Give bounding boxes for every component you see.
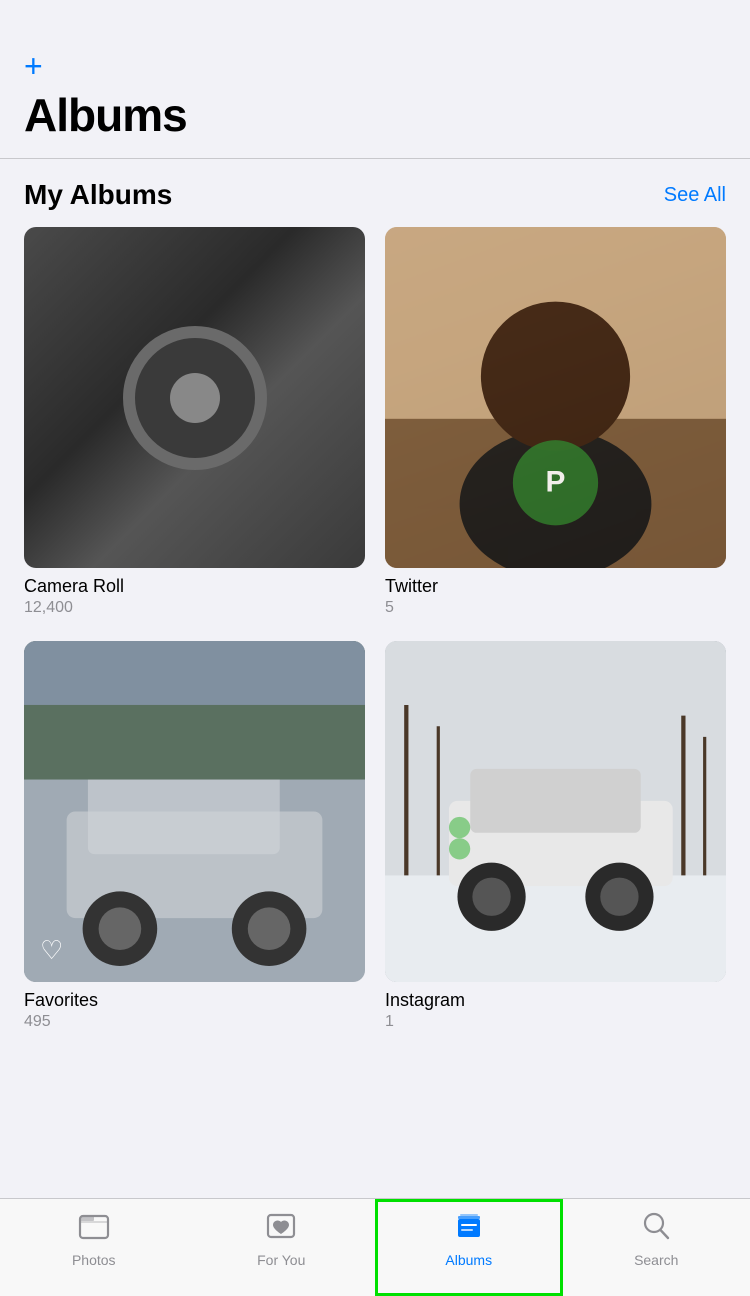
tab-search[interactable]: Search	[563, 1199, 750, 1296]
tab-photos-label: Photos	[72, 1252, 116, 1268]
album-item-camera-roll[interactable]: Camera Roll 12,400	[24, 227, 365, 617]
album-item-twitter[interactable]: P Twitter 5	[385, 227, 726, 617]
see-all-button[interactable]: See All	[664, 184, 726, 207]
album-thumb-twitter: P	[385, 227, 726, 568]
album-item-instagram[interactable]: Instagram 1	[385, 641, 726, 1031]
for-you-icon	[264, 1209, 298, 1248]
album-name: Instagram	[385, 990, 726, 1011]
photos-icon	[77, 1209, 111, 1248]
tab-photos[interactable]: Photos	[0, 1199, 188, 1296]
tab-for-you[interactable]: For You	[188, 1199, 376, 1296]
add-button[interactable]: +	[24, 50, 43, 82]
heart-icon: ♡	[40, 935, 63, 966]
tab-albums-label: Albums	[445, 1252, 492, 1268]
tab-for-you-label: For You	[257, 1252, 305, 1268]
section-header: My Albums See All	[24, 179, 726, 211]
album-name: Twitter	[385, 576, 726, 597]
section-title: My Albums	[24, 179, 172, 211]
album-count: 1	[385, 1013, 726, 1031]
page-title: Albums	[24, 88, 726, 142]
tab-bar: Photos For You Albums	[0, 1198, 750, 1296]
album-thumb-favorites: ♡	[24, 641, 365, 982]
albums-icon	[452, 1209, 486, 1248]
album-count: 12,400	[24, 599, 365, 617]
album-count: 5	[385, 599, 726, 617]
album-thumb-instagram	[385, 641, 726, 982]
album-name: Favorites	[24, 990, 365, 1011]
album-thumb-camera-roll	[24, 227, 365, 568]
albums-row-2: ♡ Favorites 495	[24, 641, 726, 1031]
tab-albums[interactable]: Albums	[375, 1199, 563, 1296]
search-icon	[639, 1209, 673, 1248]
my-albums-section: My Albums See All Camera Roll 12,400	[0, 159, 750, 1031]
tab-search-label: Search	[634, 1252, 678, 1268]
album-item-favorites[interactable]: ♡ Favorites 495	[24, 641, 365, 1031]
album-name: Camera Roll	[24, 576, 365, 597]
status-bar	[0, 0, 750, 44]
header-top: +	[24, 44, 726, 88]
svg-text:P: P	[546, 465, 566, 498]
albums-row-1: Camera Roll 12,400 P Twitter	[24, 227, 726, 617]
album-count: 495	[24, 1013, 365, 1031]
header: + Albums	[0, 44, 750, 158]
